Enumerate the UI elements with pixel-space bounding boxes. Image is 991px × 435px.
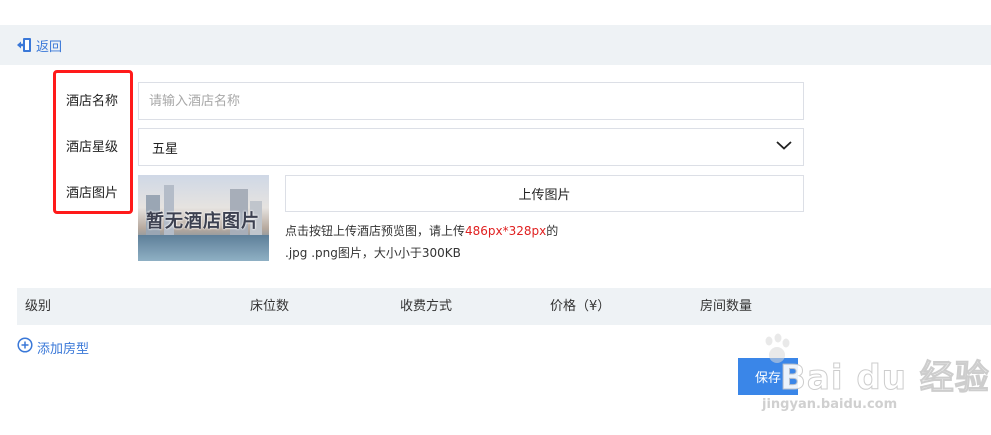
room-table-header: 级别 床位数 收费方式 价格（¥） 房间数量 xyxy=(17,288,991,325)
hotel-star-label: 酒店星级 xyxy=(66,140,119,155)
add-room-type-button[interactable]: 添加房型 xyxy=(17,337,89,357)
hotel-star-value: 五星 xyxy=(152,141,179,157)
upload-hint-suffix: 的 xyxy=(546,224,559,238)
column-beds: 床位数 xyxy=(250,299,290,314)
hotel-image-preview: 暂无酒店图片 xyxy=(138,175,269,261)
exit-icon xyxy=(16,37,32,53)
hotel-star-select[interactable]: 五星 xyxy=(138,128,804,166)
column-charge-method: 收费方式 xyxy=(400,299,453,314)
no-image-caption: 暂无酒店图片 xyxy=(146,211,260,232)
upload-hint-size: 486px*328px xyxy=(465,224,547,238)
back-button[interactable]: 返回 xyxy=(16,35,62,55)
upload-hint: 点击按钮上传酒店预览图，请上传486px*328px的 xyxy=(285,222,558,240)
hotel-name-input[interactable] xyxy=(138,82,804,120)
hotel-name-label: 酒店名称 xyxy=(66,94,119,109)
upload-image-button[interactable]: 上传图片 xyxy=(285,175,804,212)
plus-circle-icon xyxy=(17,337,33,357)
column-room-count: 房间数量 xyxy=(700,299,753,314)
hotel-edit-page: 返回 酒店名称 酒店星级 五星 酒店图片 暂无酒店图片 上传图片 点击按钮上传酒… xyxy=(0,0,991,435)
watermark-url: jingyan.baidu.com xyxy=(762,397,898,412)
top-bar: 返回 xyxy=(0,25,991,65)
watermark-brand: Bai du 经验 xyxy=(780,358,990,399)
chevron-down-icon xyxy=(775,139,793,155)
column-level: 级别 xyxy=(25,299,52,314)
hotel-image-label: 酒店图片 xyxy=(66,186,119,201)
column-price: 价格（¥） xyxy=(550,299,611,314)
upload-hint-format: .jpg .png图片，大小小于300KB xyxy=(285,246,461,260)
upload-hint-prefix: 点击按钮上传酒店预览图，请上传 xyxy=(285,224,466,238)
add-room-type-label: 添加房型 xyxy=(37,341,90,357)
back-label: 返回 xyxy=(36,39,63,55)
